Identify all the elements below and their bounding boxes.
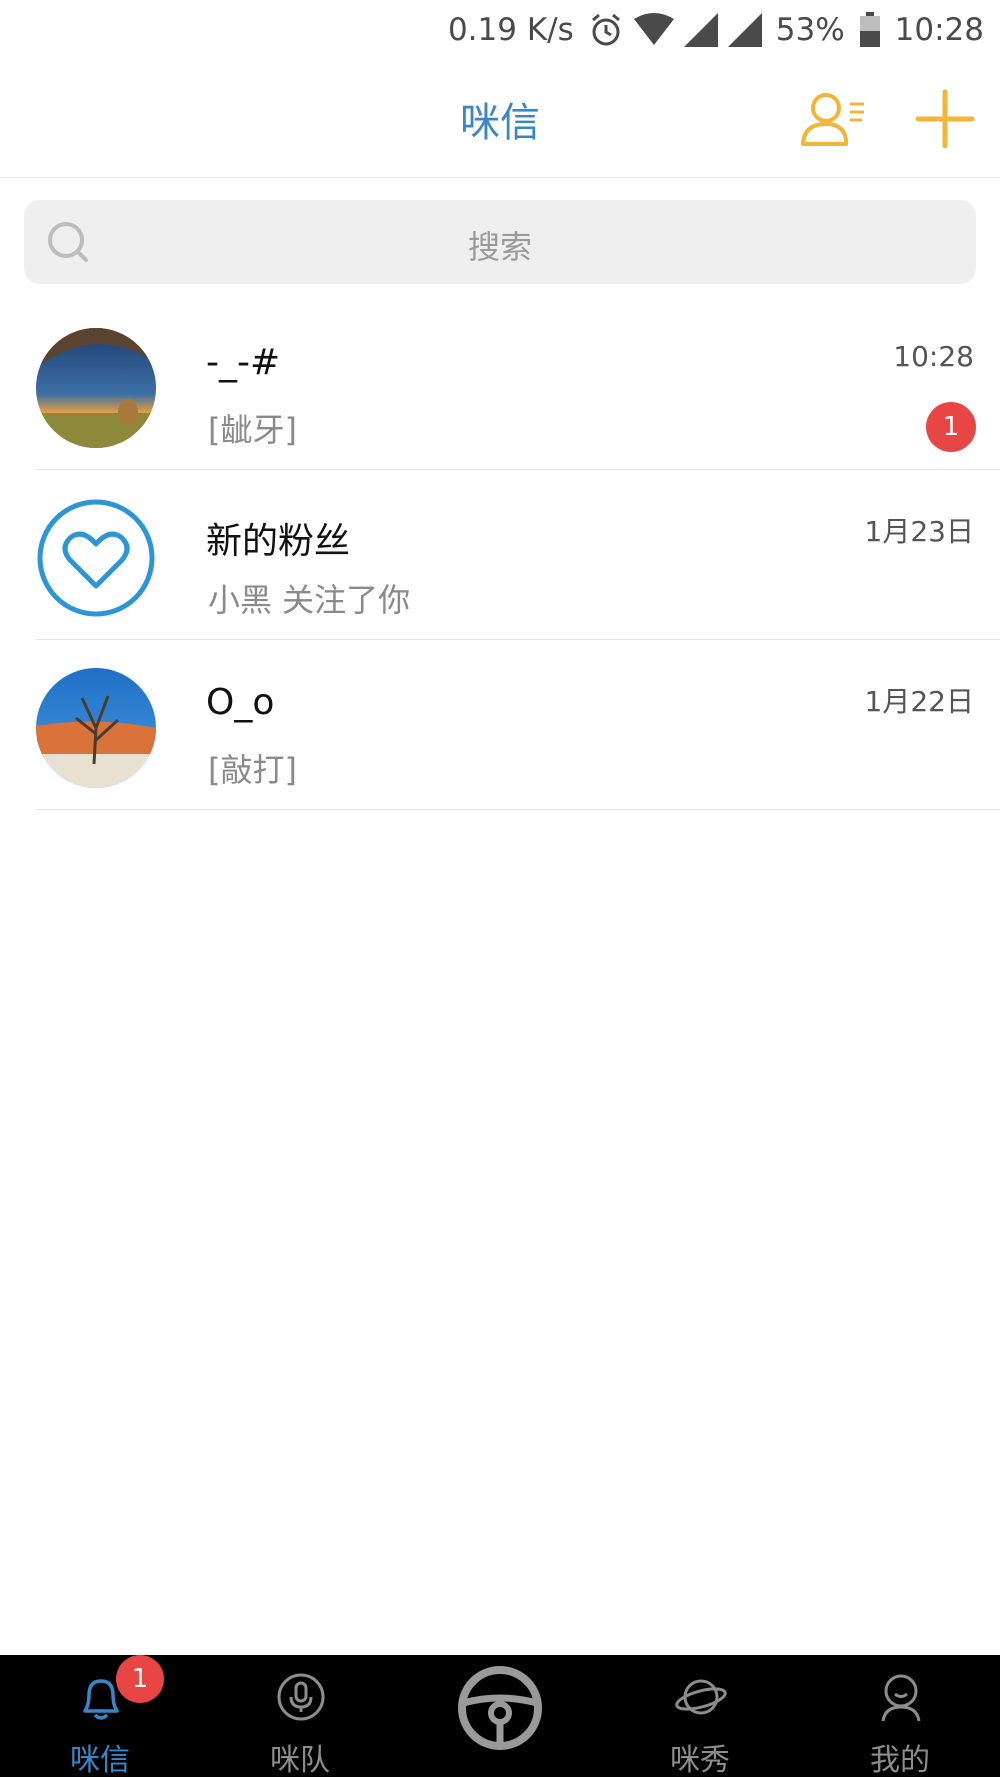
add-button[interactable] [912,86,978,152]
add-icon [915,89,975,149]
desert-tree-photo [36,668,156,788]
conversation-name: -_-# [206,342,281,383]
alarm-icon [591,13,620,46]
tab-mixiu[interactable]: 咪秀 [630,1655,770,1777]
unread-badge: 1 [926,402,976,452]
battery-percent: 53% [775,12,845,48]
contacts-button[interactable] [800,90,870,150]
battery-icon [859,12,880,47]
conversation-preview: [龇牙] [208,411,297,449]
search-bar[interactable]: 搜索 [24,200,976,284]
wifi-icon [633,13,674,45]
conversation-preview: [敲打] [208,751,297,789]
conversation-name: 新的粉丝 [206,521,351,562]
signal-icon [683,13,718,47]
conversation-list: -_-# [龇牙] 10:28 1 新的粉丝 小黑 关注了你 1月23日 O_o… [0,300,1000,810]
tab-drive[interactable] [455,1663,545,1753]
conversation-row[interactable]: 新的粉丝 小黑 关注了你 1月23日 [0,470,1000,640]
clock: 10:28 [894,12,984,48]
conversation-preview: 小黑 关注了你 [208,581,411,619]
sunset-cave-photo [36,328,156,448]
avatar [36,668,156,788]
app-header: 咪信 [0,60,1000,178]
conversation-row[interactable]: O_o [敲打] 1月22日 [0,640,1000,810]
tab-label: 咪队 [270,1743,330,1777]
tab-me[interactable]: 我的 [830,1655,970,1777]
microphone-icon [277,1673,325,1721]
search-placeholder: 搜索 [467,228,532,266]
avatar [36,498,156,618]
heart-icon [37,499,155,617]
avatar [36,328,156,448]
network-speed: 0.19 K/s [447,12,574,48]
tab-label: 咪秀 [670,1743,730,1777]
tab-midui[interactable]: 咪队 [230,1655,370,1777]
planet-icon [675,1679,727,1715]
conversation-time: 1月22日 [864,685,974,718]
tab-mixin[interactable]: 1 咪信 [30,1655,170,1777]
tab-label: 咪信 [70,1743,130,1777]
tab-label: 我的 [870,1743,930,1777]
conversation-name: O_o [206,682,275,723]
user-icon [881,1674,921,1722]
conversation-row[interactable]: -_-# [龇牙] 10:28 1 [0,300,1000,470]
signal-icon [727,13,762,47]
steering-wheel-icon [458,1666,542,1750]
conversation-time: 1月23日 [864,515,974,548]
status-icons [588,12,762,48]
bottom-tab-bar: 1 咪信 咪队 咪秀 我的 [0,1655,1000,1777]
tab-badge: 1 [116,1655,164,1703]
contacts-list-icon [801,93,864,146]
conversation-time: 10:28 [893,340,974,373]
status-bar: 0.19 K/s 53% 10:28 [0,0,1000,60]
